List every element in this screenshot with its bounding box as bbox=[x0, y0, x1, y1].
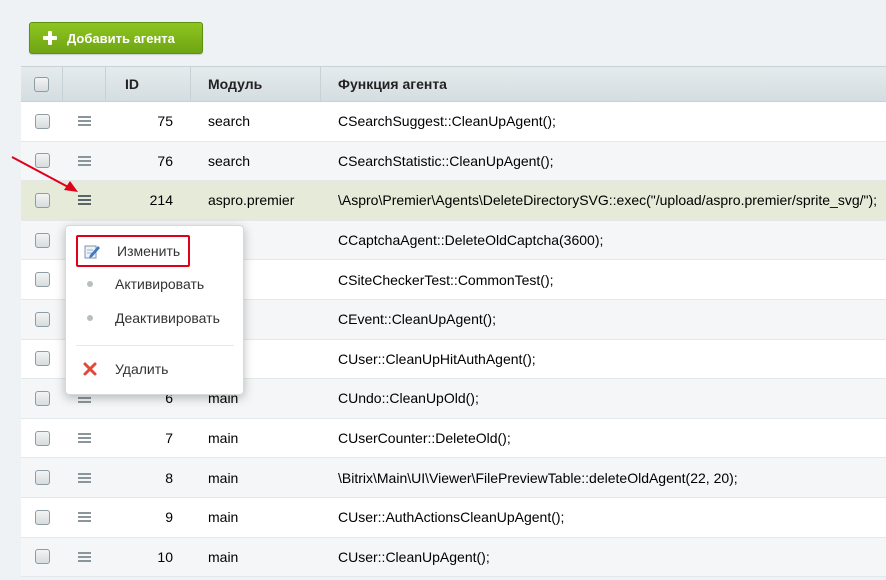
menu-icon[interactable] bbox=[78, 512, 91, 523]
row-checkbox[interactable] bbox=[34, 113, 50, 129]
menu-item-activate[interactable]: Активировать bbox=[76, 269, 233, 299]
grid-header: ID Модуль Функция агента bbox=[21, 66, 886, 102]
menu-icon[interactable] bbox=[78, 433, 91, 444]
cell-function: CUser::AuthActionsCleanUpAgent(); bbox=[338, 509, 565, 526]
cell-module: main bbox=[208, 469, 239, 486]
cell-module: aspro.premier bbox=[208, 192, 295, 209]
table-row[interactable]: 75 search CSearchSuggest::CleanUpAgent(); bbox=[21, 102, 886, 142]
menu-item-delete[interactable]: Удалить bbox=[76, 354, 233, 384]
table-row[interactable]: 8 main \Bitrix\Main\UI\Viewer\FilePreviewT… bbox=[21, 458, 886, 498]
cell-function: CSearchStatistic::CleanUpAgent(); bbox=[338, 152, 554, 169]
row-checkbox[interactable] bbox=[34, 509, 50, 525]
row-checkbox[interactable] bbox=[34, 470, 50, 486]
header-actions-cell bbox=[63, 67, 106, 101]
toolbar: Добавить агента bbox=[0, 0, 886, 66]
row-actions-cell[interactable] bbox=[63, 498, 106, 537]
plus-icon bbox=[43, 31, 57, 45]
cell-module: search bbox=[208, 113, 251, 130]
annotation-arrow bbox=[11, 156, 78, 192]
table-row[interactable]: 9 main CUser::AuthActionsCleanUpAgent(); bbox=[21, 497, 886, 538]
table-row[interactable]: 7 main CUserCounter::DeleteOld(); bbox=[21, 418, 886, 459]
cell-module: main bbox=[208, 548, 239, 565]
menu-icon[interactable] bbox=[78, 116, 91, 127]
column-header-id[interactable]: ID bbox=[106, 67, 191, 101]
column-header-function[interactable]: Функция агента bbox=[321, 76, 886, 92]
menu-item-edit[interactable]: Изменить bbox=[76, 235, 190, 267]
row-actions-cell[interactable] bbox=[63, 102, 106, 141]
cell-function: \Bitrix\Main\UI\Viewer\FilePreviewTable:… bbox=[338, 469, 738, 486]
edit-icon bbox=[84, 243, 100, 259]
add-agent-button[interactable]: Добавить агента bbox=[29, 22, 203, 54]
cell-function: CUserCounter::DeleteOld(); bbox=[338, 430, 511, 447]
row-checkbox[interactable] bbox=[34, 351, 50, 367]
row-actions-cell[interactable] bbox=[63, 538, 106, 577]
delete-x-icon bbox=[82, 361, 98, 377]
menu-separator bbox=[76, 345, 234, 346]
row-checkbox[interactable] bbox=[34, 311, 50, 327]
row-checkbox[interactable] bbox=[34, 549, 50, 565]
menu-item-deactivate-label: Деактивировать bbox=[115, 310, 220, 326]
cell-id: 10 bbox=[157, 548, 173, 565]
cell-function: CSiteCheckerTest::CommonTest(); bbox=[338, 271, 554, 288]
row-actions-cell[interactable] bbox=[63, 458, 106, 497]
row-checkbox[interactable] bbox=[34, 272, 50, 288]
menu-item-delete-label: Удалить bbox=[115, 361, 169, 377]
cell-function: CSearchSuggest::CleanUpAgent(); bbox=[338, 113, 556, 130]
cell-id: 9 bbox=[165, 509, 173, 526]
cell-id: 7 bbox=[165, 430, 173, 447]
cell-function: CUndo::CleanUpOld(); bbox=[338, 390, 479, 407]
menu-item-deactivate[interactable]: Деактивировать bbox=[76, 303, 233, 333]
row-checkbox[interactable] bbox=[34, 430, 50, 446]
row-context-menu: Изменить Активировать Деактивировать Уда… bbox=[65, 225, 244, 395]
row-checkbox[interactable] bbox=[34, 232, 50, 248]
dot-icon bbox=[82, 276, 98, 292]
cell-id: 214 bbox=[149, 192, 173, 209]
dot-icon bbox=[82, 310, 98, 326]
table-row[interactable]: 10 main CUser::CleanUpAgent(); bbox=[21, 537, 886, 578]
row-checkbox[interactable] bbox=[34, 390, 50, 406]
table-row[interactable]: 76 search CSearchStatistic::CleanUpAgent()… bbox=[21, 141, 886, 182]
select-all-checkbox[interactable] bbox=[34, 76, 49, 92]
cell-function: CUser::CleanUpHitAuthAgent(); bbox=[338, 350, 536, 367]
cell-function: CUser::CleanUpAgent(); bbox=[338, 548, 490, 565]
add-agent-label: Добавить агента bbox=[67, 30, 175, 46]
cell-function: CEvent::CleanUpAgent(); bbox=[338, 311, 496, 328]
menu-icon[interactable] bbox=[78, 472, 91, 483]
cell-id: 76 bbox=[157, 152, 173, 169]
menu-icon[interactable] bbox=[78, 551, 91, 562]
table-row[interactable]: 214 aspro.premier \Aspro\Premier\Agents\De… bbox=[21, 181, 886, 221]
cell-function: CCaptchaAgent::DeleteOldCaptcha(3600); bbox=[338, 232, 604, 249]
row-actions-cell[interactable] bbox=[63, 419, 106, 458]
menu-item-activate-label: Активировать bbox=[115, 276, 205, 292]
column-header-module[interactable]: Модуль bbox=[191, 67, 321, 101]
cell-module: search bbox=[208, 152, 251, 169]
cell-id: 8 bbox=[165, 469, 173, 486]
menu-item-edit-label: Изменить bbox=[117, 243, 181, 259]
cell-module: main bbox=[208, 509, 239, 526]
cell-id: 75 bbox=[157, 113, 173, 130]
cell-function: \Aspro\Premier\Agents\DeleteDirectorySVG… bbox=[338, 192, 878, 209]
cell-module: main bbox=[208, 430, 239, 447]
